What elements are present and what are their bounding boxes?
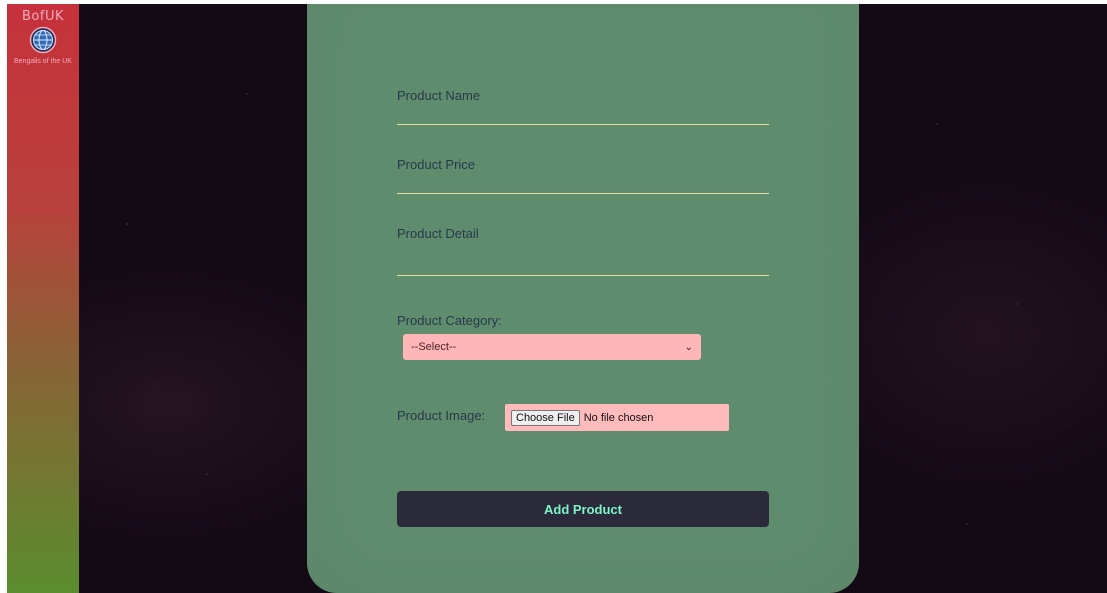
page: BofUK Bengalis of the UK Product Name Pr… — [7, 4, 1107, 593]
product-name-input[interactable] — [397, 124, 769, 125]
product-price-field[interactable]: Product Price — [397, 157, 769, 201]
product-image-input[interactable]: Choose File No file chosen — [505, 404, 729, 431]
chevron-down-icon: ⌄ — [684, 341, 693, 353]
product-image-label: Product Image: — [397, 408, 486, 423]
product-price-input[interactable] — [397, 193, 769, 194]
logo-text: BofUK — [22, 9, 64, 24]
globe-icon — [29, 26, 57, 54]
logo-tagline: Bengalis of the UK — [14, 58, 72, 65]
product-detail-field[interactable]: Product Detail — [397, 226, 769, 278]
brand-logo[interactable]: BofUK Bengalis of the UK — [7, 10, 79, 65]
choose-file-button[interactable]: Choose File — [511, 409, 580, 426]
product-name-label: Product Name — [397, 88, 481, 103]
product-detail-input[interactable] — [397, 275, 769, 276]
category-selected-value: --Select-- — [411, 341, 457, 353]
product-category-label: Product Category: — [397, 313, 502, 328]
sidebar: BofUK Bengalis of the UK — [7, 4, 79, 593]
add-product-button[interactable]: Add Product — [397, 491, 769, 527]
add-product-form: Product Name Product Price Product Detai… — [307, 4, 859, 593]
product-price-label: Product Price — [397, 157, 476, 172]
product-category-select[interactable]: --Select-- ⌄ — [403, 334, 701, 360]
product-name-field[interactable]: Product Name — [397, 88, 769, 132]
product-detail-label: Product Detail — [397, 226, 479, 241]
file-status-text: No file chosen — [583, 411, 654, 424]
product-category-field: Product Category: — [397, 313, 769, 331]
